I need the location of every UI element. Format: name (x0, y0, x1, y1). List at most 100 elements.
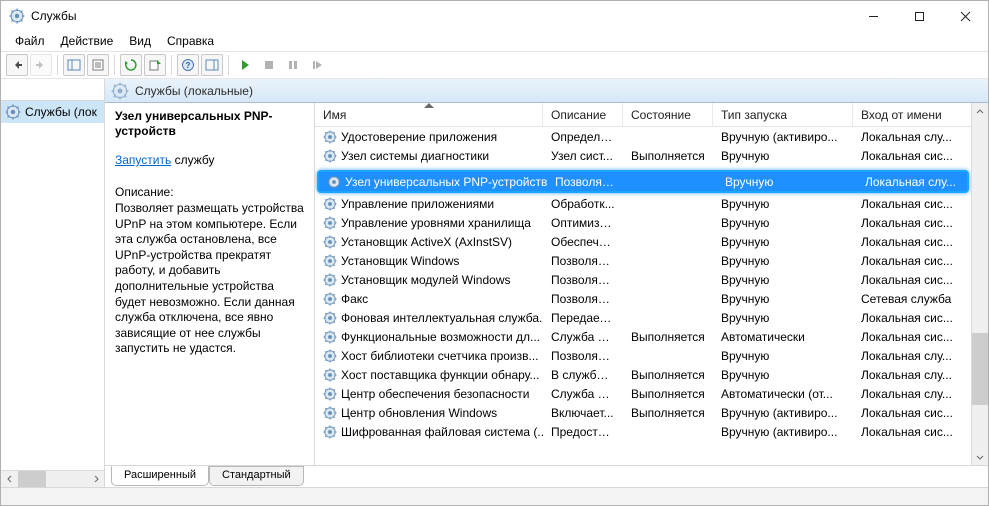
cell-state: Выполняется (623, 149, 713, 163)
table-row[interactable]: Узел универсальных PNP-устройствПозволяе… (317, 170, 969, 193)
refresh-button[interactable] (120, 54, 142, 76)
cell-startup: Вручную (713, 197, 853, 211)
maximize-button[interactable] (896, 1, 942, 31)
tree-item-label: Службы (лок (25, 105, 97, 119)
cell-desc: Позволяет... (547, 175, 627, 189)
restart-service-button[interactable] (306, 54, 328, 76)
cell-name: Центр обеспечения безопасности (341, 387, 530, 401)
cell-state: Выполняется (623, 406, 713, 420)
cell-desc: Служба ф... (543, 330, 623, 344)
scroll-up-icon[interactable] (972, 103, 988, 120)
table-row[interactable]: Хост библиотеки счетчика произв...Позвол… (315, 346, 971, 365)
menubar: Файл Действие Вид Справка (1, 31, 988, 51)
table-row[interactable]: Хост поставщика функции обнару...В служб… (315, 365, 971, 384)
gear-icon (5, 104, 21, 120)
menu-view[interactable]: Вид (121, 32, 159, 50)
services-window: Службы Файл Действие Вид Справка ? (0, 0, 989, 506)
table-row[interactable]: Управление уровнями хранилищаОптимизи...… (315, 213, 971, 232)
tree-horizontal-scrollbar[interactable] (1, 470, 104, 487)
col-name[interactable]: Имя (315, 103, 543, 126)
gear-icon (323, 311, 337, 325)
col-logon[interactable]: Вход от имени (853, 103, 961, 126)
cell-name: Установщик ActiveX (AxInstSV) (341, 235, 512, 249)
table-row[interactable]: Центр обновления WindowsВключает...Выпол… (315, 403, 971, 422)
column-headers: Имя Описание Состояние Тип запуска Вход … (315, 103, 971, 127)
cell-desc: Предостав... (543, 425, 623, 439)
scrollbar-thumb[interactable] (972, 333, 988, 405)
menu-action[interactable]: Действие (53, 32, 122, 50)
cell-desc: Включает... (543, 406, 623, 420)
col-description[interactable]: Описание (543, 103, 623, 126)
gear-icon (323, 368, 337, 382)
service-list[interactable]: Удостоверение приложения Определя... Вручн… (315, 127, 971, 465)
cell-logon: Локальная слу... (857, 175, 965, 189)
start-service-link[interactable]: Запустить (115, 153, 171, 167)
table-row[interactable]: Узел системы диагностикиУзел сист...Выпо… (315, 146, 971, 165)
cell-logon: Локальная сис... (853, 425, 961, 439)
cell-name: Шифрованная файловая система (... (341, 425, 543, 439)
scroll-left-icon[interactable] (1, 471, 18, 488)
scroll-down-icon[interactable] (972, 448, 988, 465)
help-button[interactable]: ? (177, 54, 199, 76)
cell-desc: Обеспечи... (543, 235, 623, 249)
start-service-suffix: службу (171, 153, 214, 167)
show-hide-tree-button[interactable] (63, 54, 85, 76)
minimize-button[interactable] (850, 1, 896, 31)
tree-item-services-local[interactable]: Службы (лок (1, 101, 104, 123)
scrollbar-thumb[interactable] (18, 471, 46, 487)
svg-text:?: ? (186, 61, 191, 70)
stop-service-button[interactable] (258, 54, 280, 76)
pane-header-title: Службы (локальные) (135, 84, 253, 98)
properties-button[interactable] (87, 54, 109, 76)
tree-pane: Службы (лок (1, 79, 105, 487)
menu-help[interactable]: Справка (159, 32, 222, 50)
table-row[interactable]: ФаксПозволяет...ВручнуюСетевая служба (315, 289, 971, 308)
cell-logon: Локальная сис... (853, 197, 961, 211)
gear-icon (323, 197, 337, 211)
cell-desc: Обработк... (543, 197, 623, 211)
cell-logon: Локальная слу... (853, 368, 961, 382)
table-row[interactable]: Установщик ActiveX (AxInstSV) Обеспечи...… (315, 232, 971, 251)
tab-standard[interactable]: Стандартный (209, 466, 304, 486)
table-row[interactable]: Функциональные возможности дл...Служба ф… (315, 327, 971, 346)
cell-startup: Автоматически (713, 330, 853, 344)
cell-startup: Вручную (717, 175, 857, 189)
cell-startup: Вручную (713, 292, 853, 306)
vertical-scrollbar[interactable] (971, 103, 988, 465)
menu-file[interactable]: Файл (7, 32, 53, 50)
gear-icon (323, 149, 337, 163)
cell-desc: Оптимизи... (543, 216, 623, 230)
cell-name: Узел системы диагностики (341, 149, 489, 163)
cell-desc: Определя... (543, 130, 623, 144)
cell-name: Удостоверение приложения (341, 130, 497, 144)
table-row[interactable]: Удостоверение приложения Определя... Вручн… (315, 127, 971, 146)
back-button[interactable] (6, 54, 28, 76)
cell-logon: Локальная сис... (853, 273, 961, 287)
table-row[interactable]: Центр обеспечения безопасностиСлужба W..… (315, 384, 971, 403)
forward-button[interactable] (30, 54, 52, 76)
pane-header: Службы (локальные) (105, 79, 988, 103)
table-row[interactable]: Установщик WindowsПозволяет...ВручнуюЛок… (315, 251, 971, 270)
col-startup[interactable]: Тип запуска (713, 103, 853, 126)
scroll-right-icon[interactable] (87, 471, 104, 488)
pause-service-button[interactable] (282, 54, 304, 76)
description-label: Описание: (115, 185, 304, 199)
start-service-button[interactable] (234, 54, 256, 76)
cell-startup: Вручную (активиро... (713, 425, 853, 439)
cell-name: Фоновая интеллектуальная служба... (341, 311, 543, 325)
tab-extended[interactable]: Расширенный (111, 466, 209, 486)
description-text: Позволяет размещать устройства UPnP на э… (115, 201, 304, 357)
titlebar[interactable]: Службы (1, 1, 988, 31)
cell-name: Управление приложениями (341, 197, 494, 211)
cell-startup: Вручную (активиро... (713, 130, 853, 144)
table-row[interactable]: Фоновая интеллектуальная служба...Переда… (315, 308, 971, 327)
cell-logon: Локальная сис... (853, 311, 961, 325)
table-row[interactable]: Управление приложениями Обработк... Вручну… (315, 194, 971, 213)
export-button[interactable] (144, 54, 166, 76)
statusbar (1, 487, 988, 505)
col-state[interactable]: Состояние (623, 103, 713, 126)
table-row[interactable]: Установщик модулей WindowsПозволяет...Вр… (315, 270, 971, 289)
close-button[interactable] (942, 1, 988, 31)
table-row[interactable]: Шифрованная файловая система (...Предост… (315, 422, 971, 441)
action-pane-button[interactable] (201, 54, 223, 76)
